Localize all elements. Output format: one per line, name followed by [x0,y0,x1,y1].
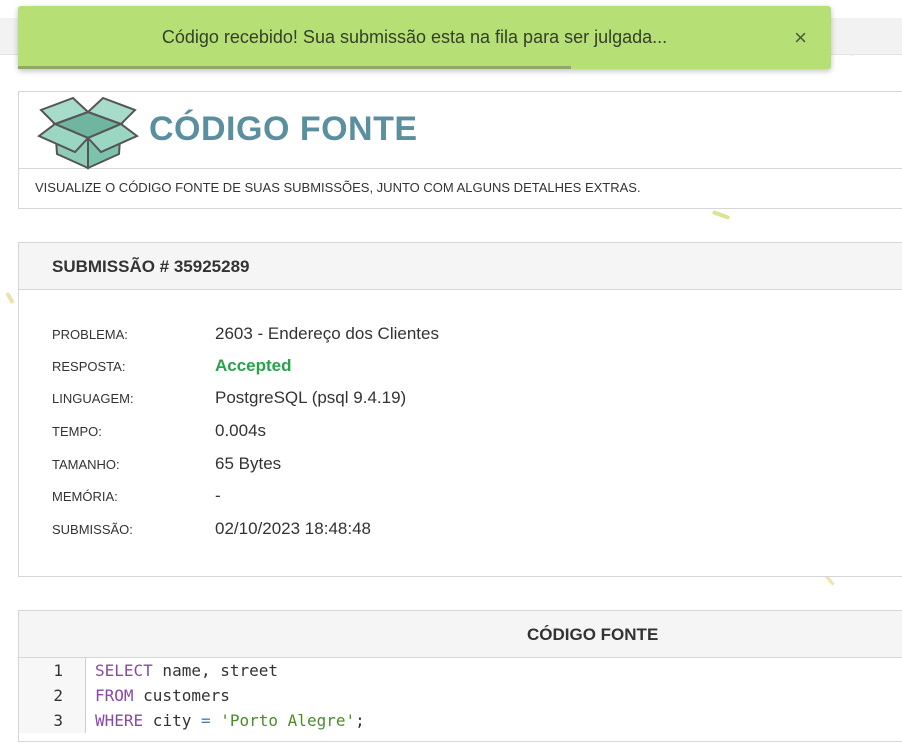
line-number: 1 [19,658,86,683]
header-panel: CÓDIGO FONTE VISUALIZE O CÓDIGO FONTE DE… [18,91,902,209]
code-line: 2 FROM customers [19,683,902,708]
submission-panel: SUBMISSÃO # 35925289 PROBLEMA: 2603 - En… [18,242,902,577]
confetti [5,291,15,305]
toast-progress-bar [18,66,571,69]
detail-label: SUBMISSÃO: [52,522,133,537]
code-text: SELECT name, street [95,658,278,683]
code-segment: ; [355,711,365,730]
code-line: 3 WHERE city = 'Porto Alegre'; [19,708,902,733]
detail-value: - [215,486,221,505]
page-subtitle: VISUALIZE O CÓDIGO FONTE DE SUAS SUBMISS… [35,180,641,195]
detail-value: 02/10/2023 18:48:48 [215,519,371,538]
code-segment: name, street [152,661,279,680]
code-text: FROM customers [95,683,230,708]
detail-value: 65 Bytes [215,454,282,473]
detail-value: 0.004s [215,421,267,440]
sql-keyword: WHERE [95,711,144,730]
status-badge: Accepted [215,356,292,375]
sql-keyword: FROM [95,686,134,705]
open-box-icon [37,96,139,170]
sql-string: 'Porto Alegre' [210,711,356,730]
detail-value: PostgreSQL (psql 9.4.19) [215,388,407,407]
close-icon[interactable]: × [794,6,807,69]
submission-header: SUBMISSÃO # 35925289 [19,243,902,290]
toast-notification: Código recebido! Sua submissão esta na f… [18,6,831,69]
code-line: 1 SELECT name, street [19,658,902,683]
submission-title: SUBMISSÃO # 35925289 [52,257,250,276]
sql-operator: = [200,711,211,730]
code-editor[interactable]: 1 SELECT name, street 2 FROM customers 3… [19,658,902,733]
source-code-title: CÓDIGO FONTE [527,625,659,644]
code-text: WHERE city = 'Porto Alegre'; [95,708,365,733]
detail-label: TAMANHO: [52,457,120,472]
detail-label: LINGUAGEM: [52,391,134,406]
source-code-header: CÓDIGO FONTE [19,611,902,658]
detail-label: TEMPO: [52,424,102,439]
detail-label: PROBLEMA: [52,327,128,342]
sql-keyword: SELECT [95,661,153,680]
header-top: CÓDIGO FONTE [19,92,902,170]
source-code-panel: CÓDIGO FONTE 1 SELECT name, street 2 FRO… [18,610,902,742]
line-number: 2 [19,683,86,708]
code-segment: customers [133,686,230,705]
toast-message: Código recebido! Sua submissão esta na f… [161,27,668,47]
detail-label: RESPOSTA: [52,359,126,374]
confetti [711,210,731,220]
code-segment: city [143,711,201,730]
detail-value: 2603 - Endereço dos Clientes [215,324,439,343]
page-title: CÓDIGO FONTE [149,110,418,148]
line-number: 3 [19,708,86,733]
detail-label: MEMÓRIA: [52,489,118,504]
